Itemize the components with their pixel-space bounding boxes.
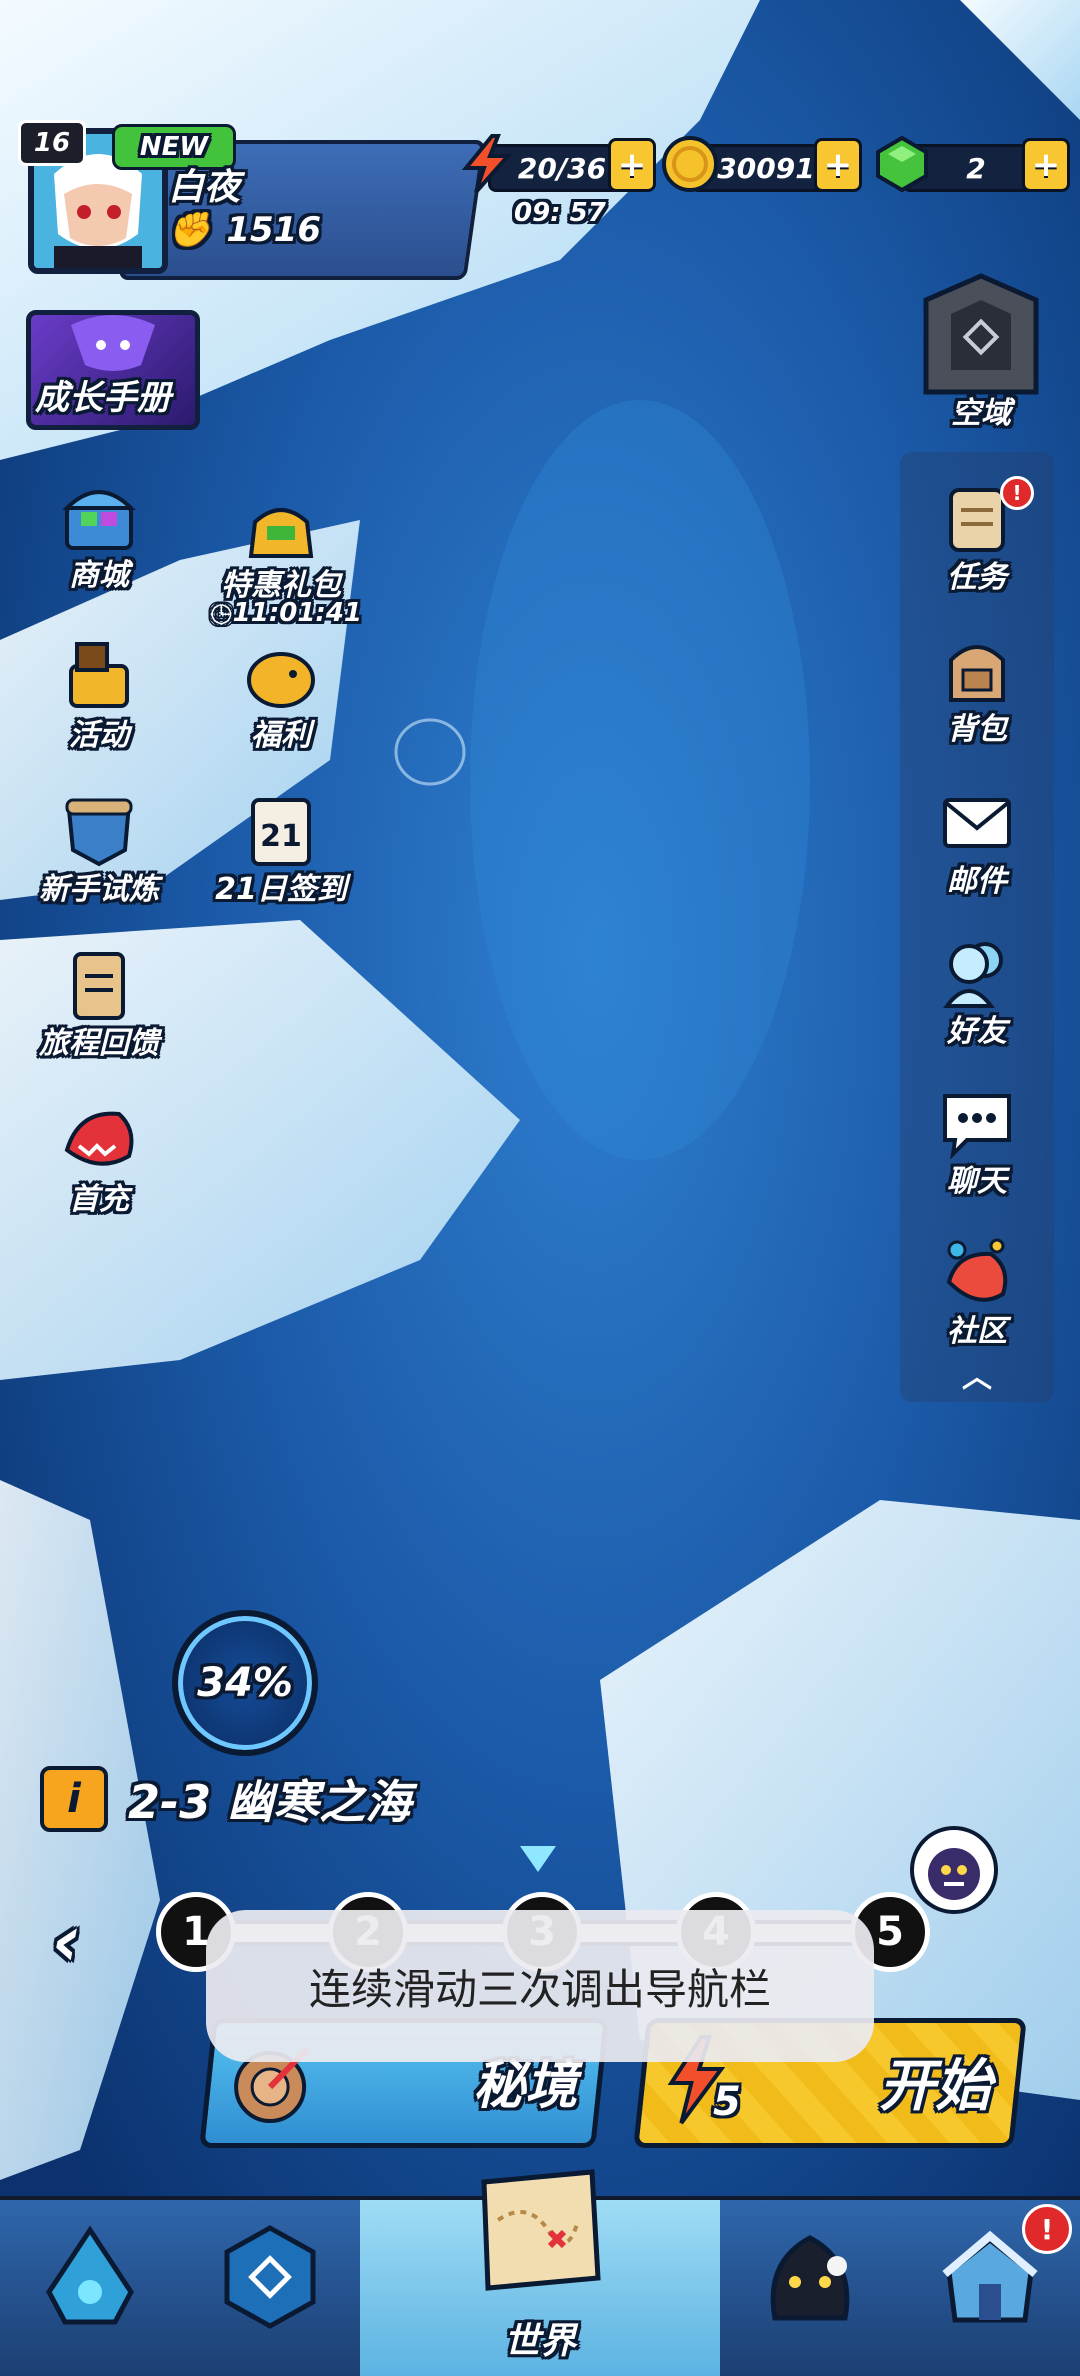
home-alert-badge: !	[1022, 2204, 1072, 2254]
gift-bag-icon	[248, 508, 314, 558]
community-label: 社区	[947, 1314, 1007, 1349]
gold-coin-icon	[662, 136, 718, 192]
player-power: ✊ 1516	[168, 210, 321, 250]
journey-feedback-label: 旅程回馈	[39, 1026, 159, 1061]
energy-plus-button[interactable]: +	[608, 138, 656, 192]
mail-button[interactable]: 邮件	[900, 782, 1054, 912]
bag-label: 背包	[947, 712, 1007, 747]
airspace-label: 空域	[951, 396, 1011, 431]
events-label: 活动	[69, 718, 129, 753]
community-creature-icon	[946, 1238, 1008, 1302]
novice-trial-label: 新手试炼	[39, 872, 159, 907]
signin-21-label: 21日签到	[215, 872, 347, 907]
energy-counter[interactable]: 20/36 +	[458, 134, 656, 194]
events-chest-icon	[69, 642, 129, 708]
tab-guild[interactable]	[720, 2200, 904, 2376]
player-name: 白夜	[168, 167, 241, 208]
collapse-menu-button[interactable]: ︿	[904, 1356, 1050, 1400]
treasure-map-icon	[481, 2169, 601, 2291]
chat-label: 聊天	[947, 1164, 1007, 1199]
shadow-creature-icon	[770, 2235, 850, 2321]
bag-button[interactable]: 背包	[900, 630, 1054, 760]
special-pack-button[interactable]: 特惠礼包 ◷11:01:41	[206, 486, 362, 628]
first-charge-label: 首充	[69, 1182, 129, 1217]
growth-manual-button[interactable]: 成长手册	[26, 310, 200, 430]
svg-text:21: 21	[260, 819, 302, 854]
clock-icon: ◷	[209, 598, 233, 628]
monster-head-icon	[64, 1111, 134, 1166]
chat-button[interactable]: 聊天	[900, 1082, 1054, 1212]
current-stage-marker-icon	[520, 1846, 556, 1872]
previous-chapter-chevron-icon[interactable]: ‹	[52, 1900, 81, 1982]
shop-label: 商城	[69, 558, 129, 593]
stage-name: 2-3 幽寒之海	[128, 1775, 412, 1829]
start-energy-cost: 5	[713, 2079, 741, 2125]
fist-icon: ✊	[168, 210, 211, 250]
welfare-button[interactable]: 福利	[206, 636, 356, 766]
clipboard-icon	[73, 952, 125, 1020]
envelope-icon	[943, 798, 1011, 848]
energy-timer: 09: 57	[514, 198, 606, 228]
piggy-bank-icon	[247, 652, 315, 708]
signin-21-button[interactable]: 21 21日签到	[206, 790, 356, 920]
start-label: 开始	[879, 2054, 992, 2119]
stage-info[interactable]: i 2-3 幽寒之海	[40, 1766, 411, 1832]
tab-runes[interactable]	[180, 2200, 364, 2376]
gem-plus-button[interactable]: +	[1022, 138, 1070, 192]
welfare-label: 福利	[251, 718, 311, 753]
friends-button[interactable]: 好友	[900, 932, 1054, 1062]
novice-trial-button[interactable]: 新手试炼	[24, 790, 174, 920]
growth-manual-label: 成长手册	[35, 378, 171, 418]
chat-bubble-icon	[943, 1094, 1011, 1160]
power-value: 1516	[226, 210, 321, 250]
stone-portal-icon	[923, 273, 1039, 395]
quests-label: 任务	[947, 560, 1007, 595]
friends-label: 好友	[947, 1014, 1007, 1049]
calendar-icon: 21	[251, 798, 311, 866]
shop-button[interactable]: 商城	[24, 476, 174, 606]
gem-counter[interactable]: 2 +	[872, 135, 1070, 193]
green-gem-icon	[876, 135, 928, 193]
player-level: 16	[18, 120, 86, 166]
journey-feedback-button[interactable]: 旅程回馈	[24, 944, 174, 1074]
airspace-button[interactable]: 空域	[906, 270, 1056, 434]
hexagon-rune-icon	[224, 2225, 316, 2329]
tab-heroes[interactable]	[0, 2200, 184, 2376]
treasure-chest-icon	[62, 490, 136, 550]
gold-counter[interactable]: 30091 +	[660, 136, 862, 192]
stage-progress-ring[interactable]: 34%	[172, 1610, 318, 1756]
lightning-icon	[461, 134, 513, 194]
crystal-helmet-icon	[46, 2225, 134, 2325]
backpack-icon	[949, 645, 1005, 702]
first-charge-button[interactable]: 首充	[24, 1100, 174, 1230]
navigation-hint-toast: 连续滑动三次调出导航栏	[206, 1910, 874, 2062]
tab-world-label: 世界	[503, 2321, 576, 2362]
quests-alert-badge: !	[1000, 476, 1034, 510]
shield-scroll-icon	[65, 798, 133, 867]
mail-label: 邮件	[947, 864, 1007, 899]
info-icon[interactable]: i	[40, 1766, 108, 1832]
friends-icon	[943, 942, 1003, 1008]
boss-portrait-icon[interactable]	[910, 1826, 998, 1914]
community-button[interactable]: 社区	[900, 1232, 1054, 1362]
special-pack-timer: ◷11:01:41	[209, 598, 363, 628]
gold-plus-button[interactable]: +	[814, 138, 862, 192]
events-button[interactable]: 活动	[24, 636, 174, 766]
player-profile[interactable]: 16 NEW 白夜 ✊ 1516	[18, 120, 486, 280]
